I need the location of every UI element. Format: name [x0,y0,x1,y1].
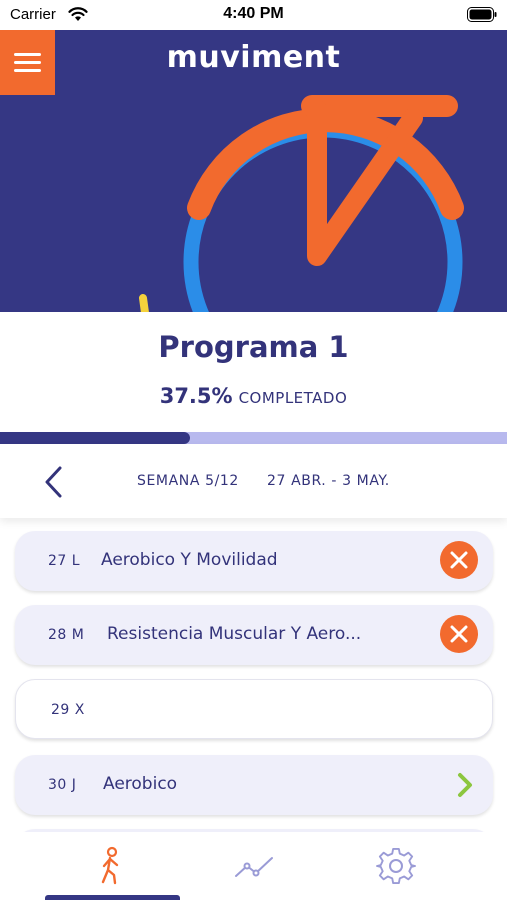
day-title: Resistencia Muscular Y Aero... [107,624,362,644]
week-label: SEMANA 5/12 [137,473,239,489]
day-title: Aerobico [103,774,178,794]
clock: 4:40 PM [223,5,284,22]
walking-person-icon [101,846,119,885]
tab-bar [0,832,507,900]
day-card[interactable]: 27 L Aerobico Y Movilidad [15,531,493,591]
status-bar: Carrier 4:40 PM [0,0,507,30]
close-circle-icon [440,541,478,579]
program-summary: Programa 1 37.5% COMPLETADO [0,312,507,432]
progress-bar-fill [0,432,191,444]
day-date: 30 J [48,777,77,793]
progress-percentage: 37.5% [159,384,233,408]
close-circle-icon [440,615,478,653]
day-date: 27 L [48,553,81,569]
day-card[interactable]: 29 X [15,679,493,739]
progress-text: 37.5% COMPLETADO [0,384,507,408]
active-tab-indicator [45,895,180,900]
battery-icon [467,7,497,22]
day-card[interactable]: 30 J Aerobico [15,755,493,815]
program-title: Programa 1 [158,330,349,364]
hero-banner: muviment [0,30,507,312]
day-date: 29 X [51,702,85,718]
day-card[interactable]: 28 M Resistencia Muscular Y Aero... [15,605,493,665]
progress-bar [0,432,507,444]
day-title: Aerobico Y Movilidad [101,550,278,570]
line-chart-icon [235,857,273,877]
gear-icon [376,847,416,885]
tab-stats[interactable] [169,832,338,900]
week-navigator: SEMANA 5/12 27 ABR. - 3 MAY. [0,444,507,518]
app-logo: muviment [166,40,341,75]
day-list[interactable]: 27 L Aerobico Y Movilidad 28 M Resistenc… [0,518,507,832]
week-date-range: 27 ABR. - 3 MAY. [267,473,390,489]
tab-settings[interactable] [338,832,507,900]
chevron-right-icon [458,773,472,797]
day-date: 28 M [48,627,85,643]
progress-label: COMPLETADO [238,389,348,407]
chevron-left-icon[interactable] [40,464,70,500]
